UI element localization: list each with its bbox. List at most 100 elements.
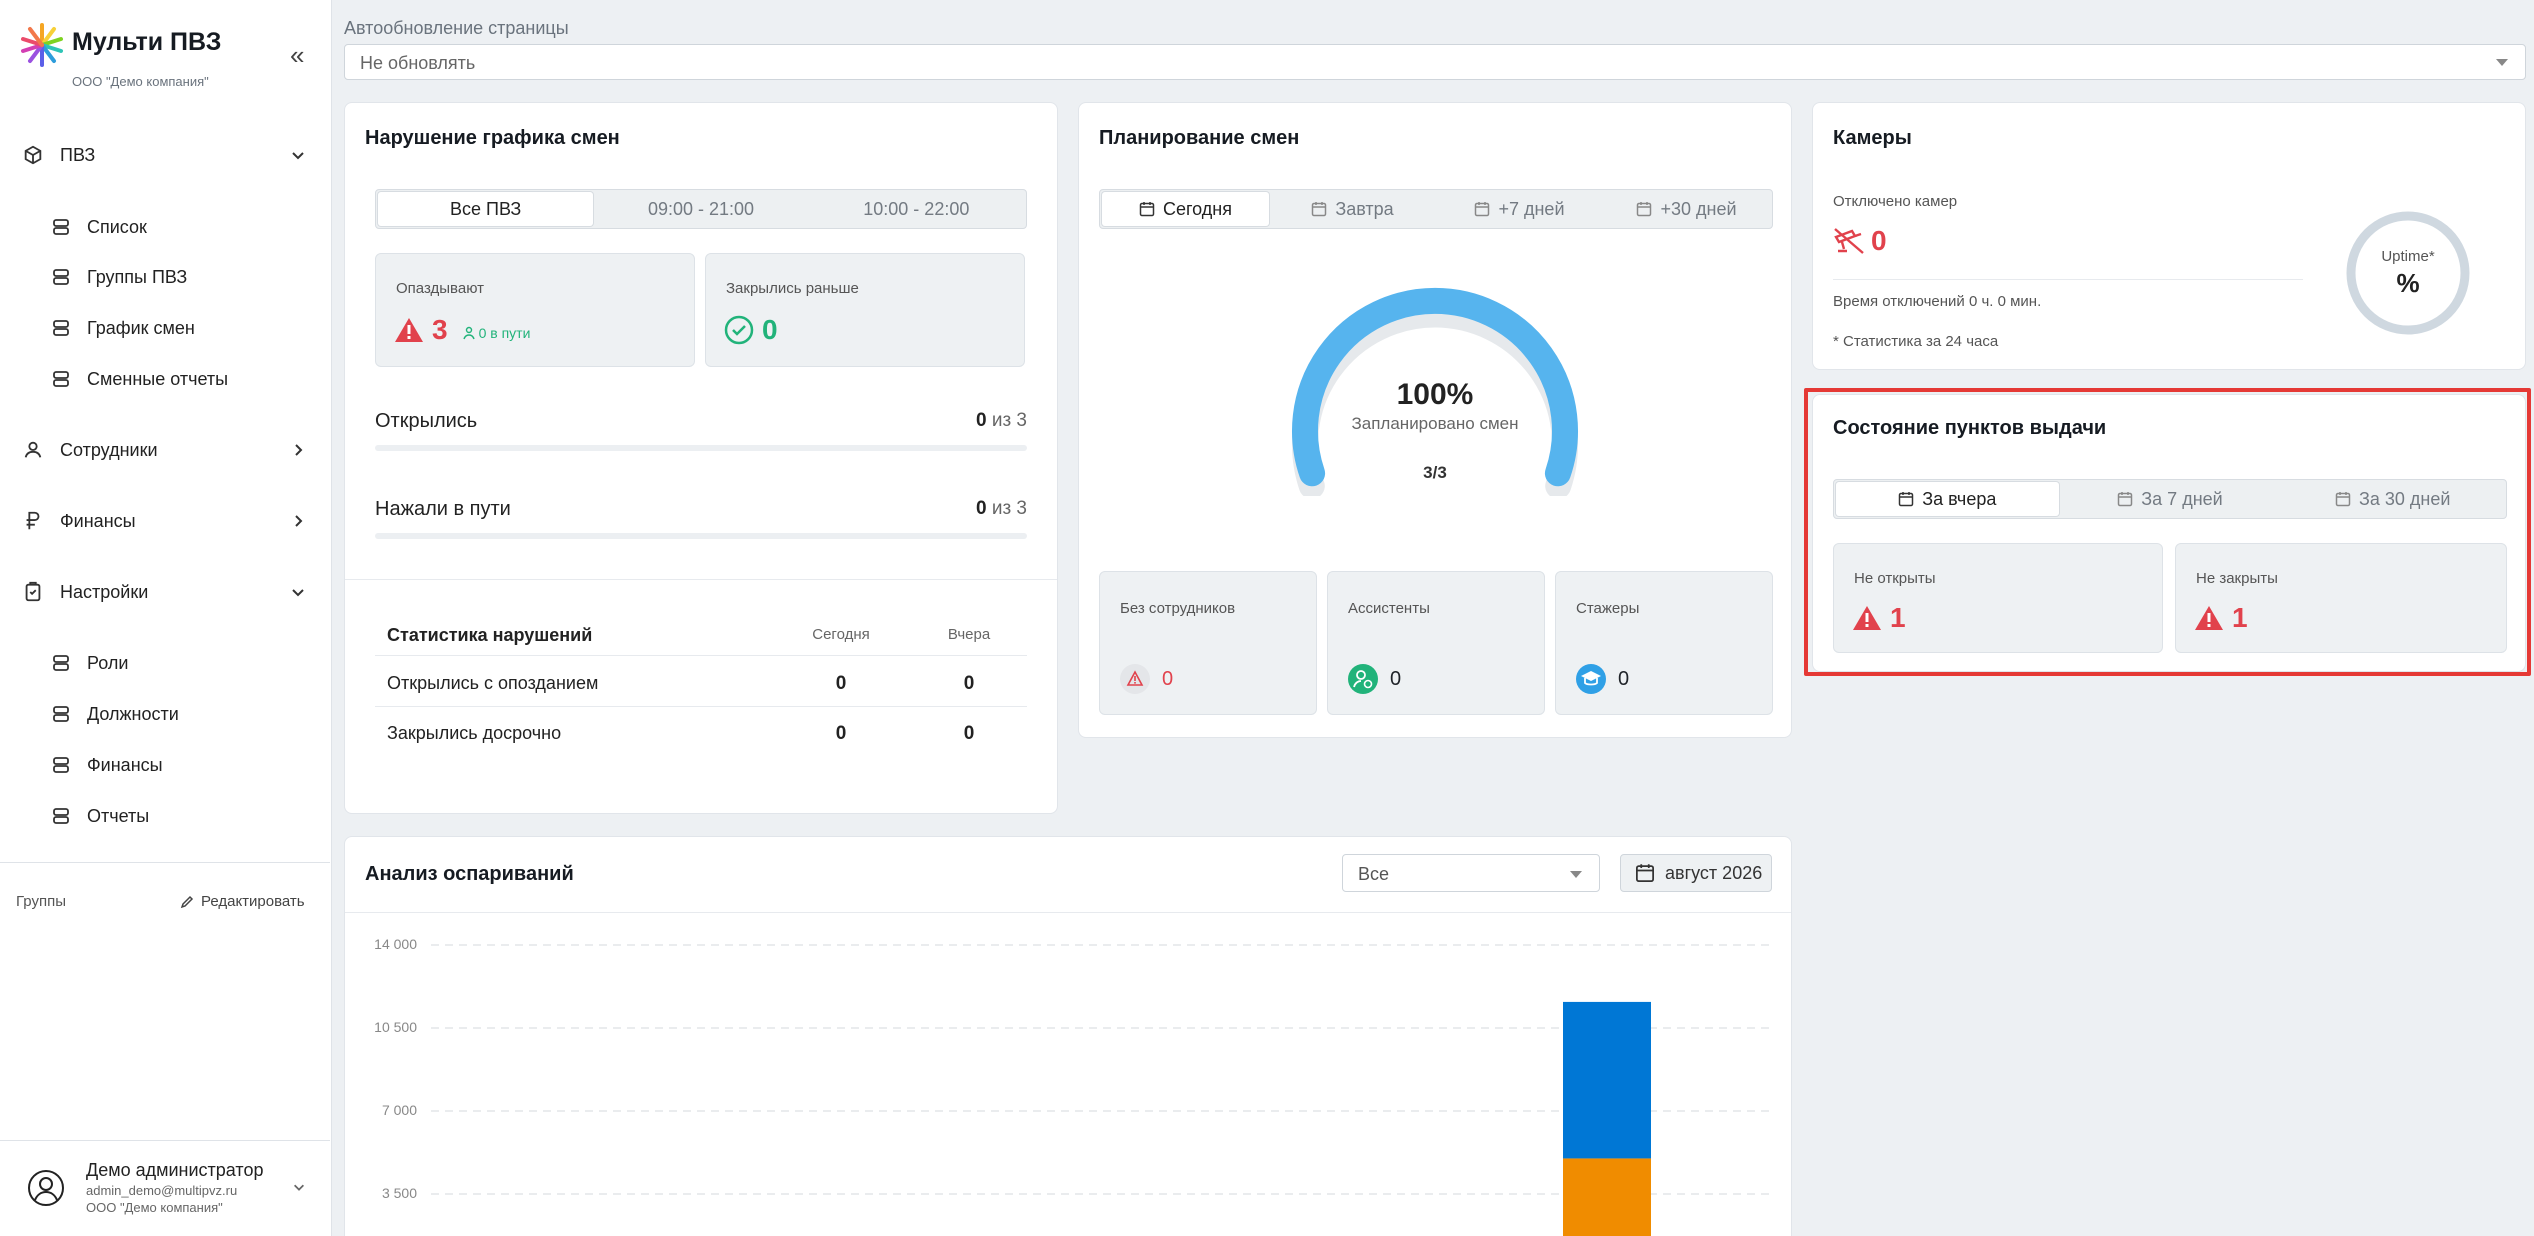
tab-30-days[interactable]: За 30 дней (2281, 482, 2504, 516)
auto-refresh-select[interactable]: Не обновлять (344, 44, 2526, 80)
tab-shift-10-22[interactable]: 10:00 - 22:00 (809, 192, 1024, 226)
interns-value-row: 0 (1576, 664, 1629, 694)
late-value: 3 (432, 314, 448, 345)
nav-item-positions[interactable]: Должности (0, 690, 332, 738)
assistants-value: 0 (1390, 667, 1402, 690)
calendar-icon (2118, 492, 2133, 507)
route-count: 0 из 3 (976, 498, 1027, 520)
chevron-right-icon (295, 515, 303, 527)
nav-label-report-settings: Отчеты (87, 805, 150, 826)
camera-off-icon (1834, 228, 1864, 254)
late-tile[interactable]: Опаздывают 3 0 в пути (375, 253, 695, 367)
assistant-icon (1348, 664, 1378, 694)
col-yesterday: Вчера (947, 626, 991, 643)
tab-all-pvz[interactable]: Все ПВЗ (378, 192, 594, 226)
stats-row-today: 0 (835, 723, 847, 744)
nav-item-finance[interactable]: Финансы (0, 493, 332, 549)
stats-note: * Статистика за 24 часа (1833, 333, 1999, 350)
warning-icon (395, 318, 423, 342)
not-closed-value: 1 (2232, 602, 2248, 633)
stats-row-label: Открылись с опозданием (387, 673, 599, 693)
server-icon (53, 269, 69, 285)
nav-item-roles[interactable]: Роли (0, 639, 332, 687)
interns-value: 0 (1618, 667, 1630, 690)
nav-label-roles: Роли (87, 652, 129, 673)
tab-yesterday[interactable]: За вчера (1836, 482, 2059, 516)
no-employees-value: 0 (1162, 667, 1174, 690)
card-title: Нарушение графика смен (365, 127, 620, 149)
stats-row-yesterday: 0 (963, 673, 975, 694)
nav-label-employees: Сотрудники (60, 439, 158, 460)
calendar-icon (1139, 202, 1155, 217)
nav-item-pvz-groups[interactable]: Группы ПВЗ (0, 253, 332, 301)
tab-shift-09-21[interactable]: 09:00 - 21:00 (593, 192, 808, 226)
downtime-text: Время отключений 0 ч. 0 мин. (1833, 293, 2042, 310)
collapse-sidebar-button[interactable]: « (290, 42, 304, 68)
chart-svg (431, 944, 1773, 1236)
route-total: из 3 (991, 498, 1027, 519)
nav-item-shift-reports[interactable]: Сменные отчеты (0, 355, 332, 403)
nav-label-settings: Настройки (60, 581, 149, 602)
edit-groups-link[interactable]: Редактировать (180, 893, 305, 910)
y-tick-label: 3 500 (381, 1185, 417, 1201)
nav-item-finance-settings[interactable]: Финансы (0, 741, 332, 789)
calendar-icon (1899, 492, 1914, 507)
check-circle-icon (724, 315, 754, 345)
calendar-icon (1312, 202, 1327, 217)
tab-30-days[interactable]: +30 дней (1603, 192, 1770, 226)
warning-circle-icon (1120, 664, 1150, 694)
stats-row-yesterday: 0 (963, 723, 975, 744)
company-name: ООО "Демо компания" (72, 74, 209, 89)
gauge-count: 3/3 (1423, 463, 1447, 482)
tab-today[interactable]: Сегодня (1102, 192, 1269, 226)
not-closed-label: Не закрыты (2196, 570, 2278, 587)
card-title: Камеры (1833, 127, 1912, 149)
user-avatar-icon[interactable] (26, 1168, 66, 1208)
nav-item-report-settings[interactable]: Отчеты (0, 792, 332, 840)
warning-icon (1853, 606, 1881, 630)
disabled-cameras-label: Отключено камер (1833, 193, 1958, 210)
y-tick-label: 7 000 (381, 1102, 417, 1118)
bar-segment-1[interactable] (1563, 1001, 1651, 1159)
nav-item-settings[interactable]: Настройки (0, 564, 332, 620)
closed-early-tile[interactable]: Закрылись раньше 0 (705, 253, 1025, 367)
closed-early-value-row: 0 (724, 314, 778, 346)
user-email: admin_demo@multipvz.ru (86, 1183, 238, 1198)
opened-progress-bar (375, 445, 1027, 451)
user-company: ООО "Демо компания" (86, 1200, 223, 1215)
user-icon (24, 441, 42, 458)
tab-7-days[interactable]: +7 дней (1436, 192, 1603, 226)
stats-title: Статистика нарушений (387, 625, 593, 645)
server-icon (53, 757, 69, 773)
no-employees-tile[interactable]: Без сотрудников 0 (1099, 571, 1317, 715)
en-route-indicator: 0 в пути (462, 325, 530, 341)
tab-7-days-label: +7 дней (1498, 198, 1565, 219)
assistants-tile[interactable]: Ассистенты 0 (1327, 571, 1545, 715)
nav-item-employees[interactable]: Сотрудники (0, 422, 332, 478)
section-divider (345, 579, 1057, 580)
nav-item-list[interactable]: Список (0, 203, 332, 251)
nav-item-schedule[interactable]: График смен (0, 304, 332, 352)
not-closed-tile[interactable]: Не закрыты 1 (2175, 543, 2507, 653)
courier-icon (462, 326, 475, 340)
chevron-down-icon[interactable] (292, 1180, 306, 1194)
not-opened-tile[interactable]: Не открыты 1 (1833, 543, 2163, 653)
bar-segment-0[interactable] (1563, 1158, 1651, 1236)
clipboard-icon (25, 581, 41, 602)
opened-value: 0 (975, 410, 987, 431)
opened-total: из 3 (991, 410, 1027, 431)
shift-planning-card: Планирование смен Сегодня Завтра +7 дней… (1078, 102, 1792, 738)
nav-label-schedule: График смен (87, 317, 195, 338)
tab-today-label: Сегодня (1163, 198, 1232, 219)
nav-item-pvz[interactable]: ПВЗ (0, 127, 332, 183)
interns-tile[interactable]: Стажеры 0 (1555, 571, 1773, 715)
gauge-percent: 100% (1396, 378, 1474, 411)
closed-early-value: 0 (762, 314, 778, 345)
tab-7-days-label: За 7 дней (2141, 488, 2223, 509)
tab-7-days[interactable]: За 7 дней (2059, 482, 2282, 516)
disabled-cameras-value: 0 (1871, 225, 1887, 256)
user-name: Демо администратор (86, 1160, 264, 1180)
tab-tomorrow[interactable]: Завтра (1269, 192, 1436, 226)
stats-row-today: 0 (835, 673, 847, 694)
server-icon (53, 320, 69, 336)
